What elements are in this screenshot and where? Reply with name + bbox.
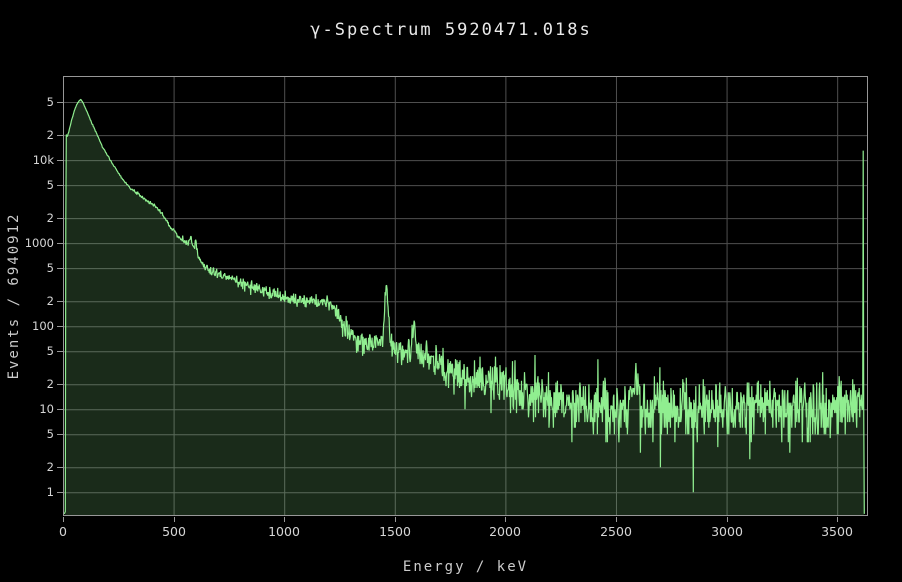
x-tick-label: 500 (139, 524, 209, 539)
y-tick-mark (57, 160, 63, 161)
y-tick-label: 2 (0, 128, 54, 142)
x-tick-label: 2000 (470, 524, 540, 539)
y-tick-mark (57, 492, 63, 493)
x-tick-label: 1500 (360, 524, 430, 539)
x-axis-title: Energy / keV (63, 559, 868, 575)
y-tick-label: 5 (0, 427, 54, 441)
y-tick-label: 5 (0, 178, 54, 192)
y-tick-mark (57, 135, 63, 136)
y-tick-mark (57, 351, 63, 352)
chart-title: γ-Spectrum 5920471.018s (0, 20, 902, 40)
x-tick-mark (284, 517, 285, 522)
x-tick-mark (174, 517, 175, 522)
y-tick-mark (57, 326, 63, 327)
x-tick-label: 0 (28, 524, 98, 539)
x-tick-mark (63, 517, 64, 522)
y-tick-mark (57, 301, 63, 302)
x-tick-mark (727, 517, 728, 522)
y-tick-label: 10k (0, 153, 54, 167)
x-tick-label: 3000 (692, 524, 762, 539)
x-tick-label: 1000 (249, 524, 319, 539)
x-tick-mark (837, 517, 838, 522)
x-tick-mark (616, 517, 617, 522)
gamma-spectrum-chart: γ-Spectrum 5920471.018s 5210k52100052100… (0, 0, 902, 582)
x-tick-mark (505, 517, 506, 522)
y-tick-mark (57, 434, 63, 435)
spectrum-area-fill (64, 99, 864, 516)
y-axis-title: Events / 6940912 (6, 213, 22, 380)
y-tick-label: 10 (0, 402, 54, 416)
y-tick-label: 1 (0, 485, 54, 499)
y-tick-mark (57, 218, 63, 219)
spectrum-plot[interactable] (63, 76, 868, 516)
y-tick-mark (57, 243, 63, 244)
y-tick-label: 5 (0, 95, 54, 109)
x-tick-mark (395, 517, 396, 522)
y-tick-mark (57, 384, 63, 385)
y-tick-label: 2 (0, 460, 54, 474)
y-tick-mark (57, 102, 63, 103)
y-tick-mark (57, 268, 63, 269)
x-tick-label: 3500 (802, 524, 872, 539)
y-tick-mark (57, 185, 63, 186)
x-tick-label: 2500 (581, 524, 651, 539)
y-tick-mark (57, 467, 63, 468)
y-tick-mark (57, 409, 63, 410)
